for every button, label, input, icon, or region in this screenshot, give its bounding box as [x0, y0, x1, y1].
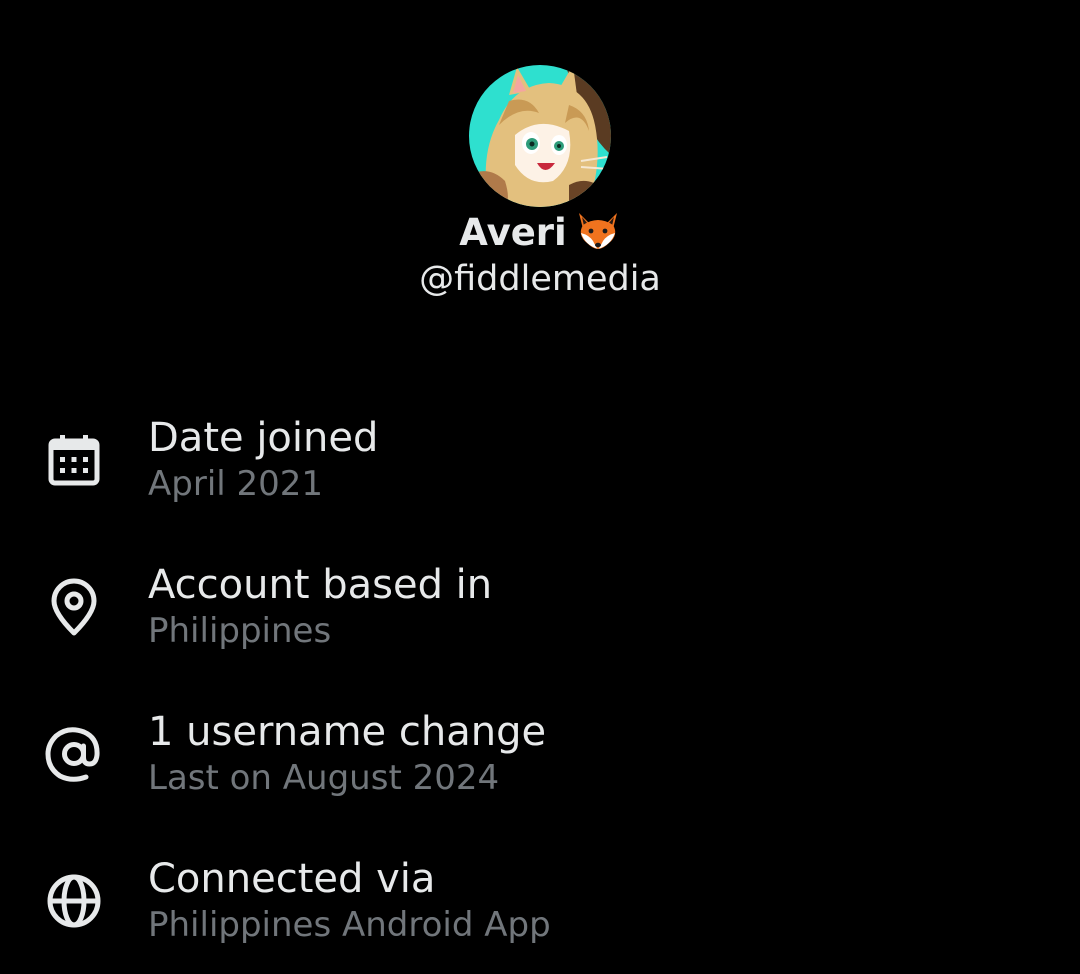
info-title: Account based in	[148, 562, 493, 608]
username-handle: @fiddlemedia	[419, 259, 661, 299]
info-title: 1 username change	[148, 709, 547, 755]
info-account-location: Account based in Philippines	[0, 563, 1080, 663]
profile-header: Averi @fiddlemedia	[0, 0, 1080, 320]
at-sign-icon	[44, 724, 104, 784]
info-title: Connected via	[148, 856, 436, 902]
globe-icon	[44, 871, 104, 931]
display-name: Averi	[0, 208, 1080, 264]
info-subtitle: Philippines	[148, 611, 332, 651]
info-title: Date joined	[148, 415, 379, 461]
info-connected-via: Connected via Philippines Android App	[0, 857, 1080, 957]
avatar-illustration	[469, 65, 611, 207]
avatar[interactable]	[469, 65, 611, 207]
info-subtitle: Last on August 2024	[148, 758, 500, 798]
display-name-text: Averi	[459, 211, 567, 254]
info-subtitle: April 2021	[148, 464, 324, 504]
location-pin-icon	[44, 577, 104, 637]
calendar-icon	[44, 431, 104, 491]
info-username-changes: 1 username change Last on August 2024	[0, 710, 1080, 810]
info-date-joined: Date joined April 2021	[0, 416, 1080, 516]
info-subtitle: Philippines Android App	[148, 905, 551, 945]
